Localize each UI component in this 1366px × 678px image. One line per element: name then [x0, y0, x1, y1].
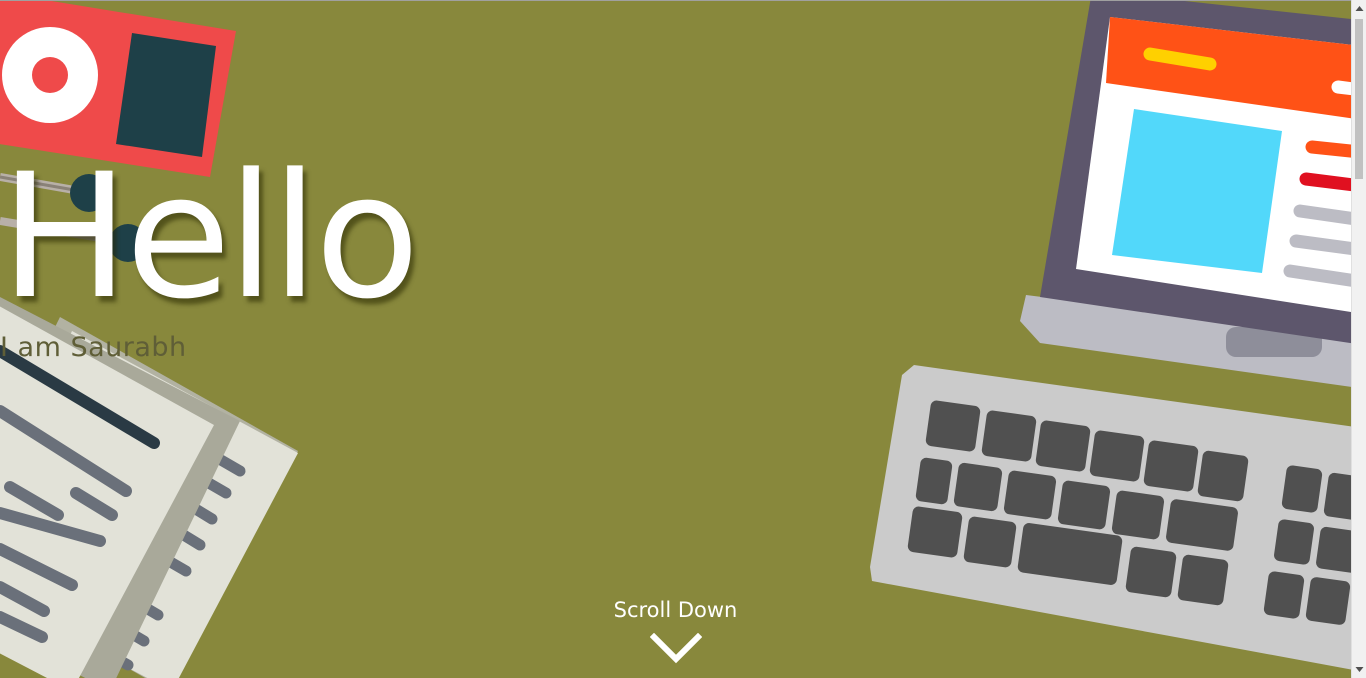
- vertical-scrollbar[interactable]: [1351, 0, 1366, 678]
- chevron-down-icon[interactable]: [650, 633, 702, 665]
- scroll-down-link[interactable]: Scroll Down: [0, 598, 1351, 622]
- keyboard-icon: [870, 365, 1351, 670]
- hero-title: Hello: [0, 136, 420, 337]
- page-hero-section: Hello I am Saurabh Scroll Down: [0, 0, 1351, 678]
- scrollbar-thumb[interactable]: [1355, 19, 1363, 179]
- scroll-up-arrow-icon[interactable]: [1352, 0, 1366, 17]
- scroll-down-arrow-icon[interactable]: [1352, 661, 1366, 678]
- hero-subtitle: I am Saurabh: [0, 332, 187, 363]
